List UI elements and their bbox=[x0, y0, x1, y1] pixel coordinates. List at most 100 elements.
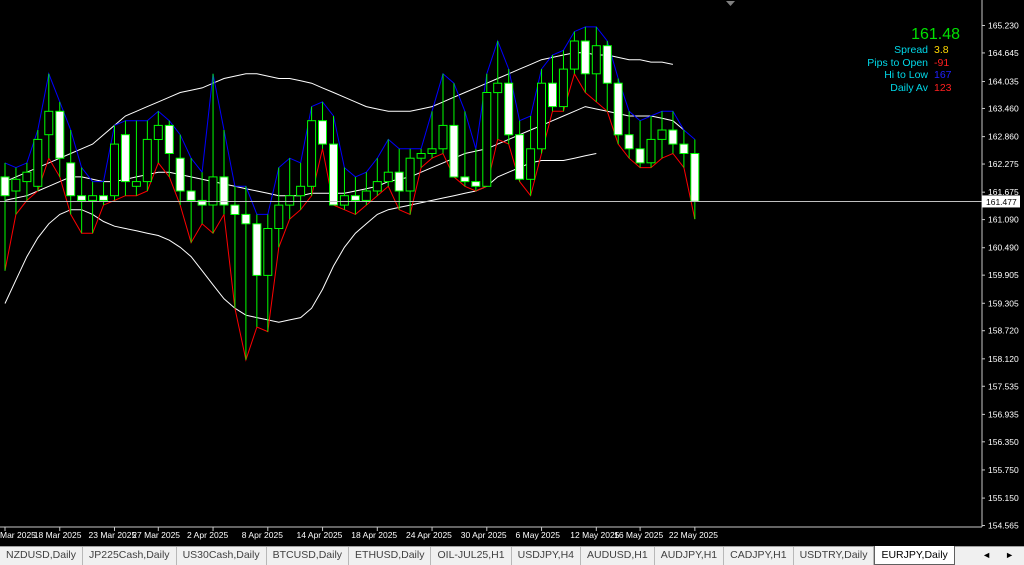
date-tick-label: 14 Apr 2025 bbox=[297, 530, 343, 540]
price-tick-label: 156.935 bbox=[988, 409, 1019, 419]
date-tick-label: 18 Mar 2025 bbox=[34, 530, 82, 540]
candle-body bbox=[383, 171, 393, 183]
candle-body bbox=[131, 181, 141, 187]
candle-body bbox=[175, 157, 185, 192]
candle-body bbox=[449, 124, 459, 178]
date-tick-label: 6 May 2025 bbox=[516, 530, 561, 540]
info-row-pips-to-open: Pips to Open -91 bbox=[867, 57, 960, 70]
candle-body bbox=[11, 178, 21, 192]
candle-body bbox=[372, 181, 382, 192]
candle-body bbox=[668, 129, 678, 145]
price-tick-label: 162.860 bbox=[988, 132, 1019, 142]
tab-ethusd-daily[interactable]: ETHUSD,Daily bbox=[349, 547, 432, 565]
candle-body bbox=[120, 134, 130, 183]
tab-scroll-controls: ◄ ► bbox=[972, 547, 1024, 565]
candle-body bbox=[537, 82, 546, 150]
scroll-right-icon[interactable]: ► bbox=[1005, 547, 1014, 565]
date-tick-label: 27 Mar 2025 bbox=[132, 530, 180, 540]
candle-body bbox=[361, 190, 371, 201]
date-tick-label: 8 Apr 2025 bbox=[242, 530, 283, 540]
info-row-spread: Spread 3.8 bbox=[867, 44, 960, 57]
candle-body bbox=[55, 110, 65, 159]
price-tick-label: 159.905 bbox=[988, 270, 1019, 280]
candle-body bbox=[624, 134, 634, 150]
candle-body bbox=[318, 120, 327, 145]
daily-av-value: 123 bbox=[934, 81, 952, 94]
candle-body bbox=[613, 82, 623, 136]
price-tick-label: 154.565 bbox=[988, 521, 1019, 531]
candle-body bbox=[186, 190, 196, 201]
tab-cadjpy-h1[interactable]: CADJPY,H1 bbox=[724, 547, 794, 565]
date-tick-label: 24 Apr 2025 bbox=[406, 530, 452, 540]
candle-body bbox=[339, 195, 349, 206]
candle-body bbox=[274, 204, 284, 230]
candle-body bbox=[493, 82, 503, 94]
price-tick-label: 165.230 bbox=[988, 21, 1019, 31]
pips-to-open-value: -91 bbox=[934, 56, 950, 69]
candle-body bbox=[569, 40, 579, 70]
candle-body bbox=[252, 223, 262, 276]
date-tick-label: 22 May 2025 bbox=[669, 530, 718, 540]
tab-usdtry-daily[interactable]: USDTRY,Daily bbox=[794, 547, 875, 565]
candle-body bbox=[263, 228, 273, 276]
candle-body bbox=[296, 185, 306, 197]
price-tick-label: 157.535 bbox=[988, 381, 1019, 391]
date-tick-label: 16 May 2025 bbox=[614, 530, 663, 540]
candle-body bbox=[88, 195, 98, 201]
candle-body bbox=[427, 148, 437, 155]
candle-body bbox=[164, 124, 174, 155]
tab-btcusd-daily[interactable]: BTCUSD,Daily bbox=[267, 547, 350, 565]
tab-oil-jul25-h1[interactable]: OIL-JUL25,H1 bbox=[431, 547, 512, 565]
candle-body bbox=[591, 45, 601, 75]
candle-body bbox=[110, 143, 119, 197]
candle-body bbox=[208, 176, 218, 206]
bid-price-label: 161.477 bbox=[986, 197, 1017, 207]
candle-body bbox=[482, 92, 492, 187]
tab-audjpy-h1[interactable]: AUDJPY,H1 bbox=[655, 547, 725, 565]
price-tick-label: 158.120 bbox=[988, 354, 1019, 364]
tab-audusd-h1[interactable]: AUDUSD,H1 bbox=[581, 547, 655, 565]
candle-body bbox=[580, 40, 590, 75]
date-tick-label: 2 Apr 2025 bbox=[187, 530, 228, 540]
chart-tab-bar: NZDUSD,Daily JP225Cash,Daily US30Cash,Da… bbox=[0, 546, 1024, 565]
candle-body bbox=[504, 82, 514, 136]
candle-body bbox=[690, 153, 700, 202]
spread-value: 3.8 bbox=[934, 44, 949, 56]
candle-body bbox=[153, 124, 163, 141]
candle bbox=[613, 78, 623, 145]
candle-body bbox=[548, 82, 557, 108]
candle-body bbox=[416, 153, 426, 159]
candle-body bbox=[33, 138, 43, 187]
candle-body bbox=[646, 138, 656, 164]
candle-body bbox=[438, 124, 448, 150]
price-tick-label: 155.750 bbox=[988, 465, 1019, 475]
price-tick-label: 158.720 bbox=[988, 326, 1019, 336]
candle bbox=[33, 130, 43, 191]
scroll-left-icon[interactable]: ◄ bbox=[982, 547, 991, 565]
tab-us30cash-daily[interactable]: US30Cash,Daily bbox=[177, 547, 267, 565]
price-tick-label: 161.090 bbox=[988, 215, 1019, 225]
candle-body bbox=[241, 213, 251, 225]
candle-body bbox=[285, 195, 295, 206]
info-row-daily-av: Daily Av 123 bbox=[867, 82, 960, 95]
info-panel: 161.48 Spread 3.8 Pips to Open -91 Hi to L… bbox=[867, 26, 960, 94]
candle-body bbox=[142, 138, 152, 183]
candle-body bbox=[99, 195, 108, 201]
candle-body bbox=[394, 171, 404, 192]
candle-body bbox=[679, 143, 689, 155]
price-tick-label: 156.350 bbox=[988, 437, 1019, 447]
candle-body bbox=[44, 110, 54, 136]
price-tick-label: 164.645 bbox=[988, 48, 1019, 58]
tab-nzdusd-daily[interactable]: NZDUSD,Daily bbox=[0, 547, 84, 565]
tab-jp225cash-daily[interactable]: JP225Cash,Daily bbox=[83, 547, 177, 565]
candle-body bbox=[66, 162, 76, 197]
date-tick-label: 30 Apr 2025 bbox=[461, 530, 507, 540]
candle-body bbox=[526, 148, 536, 180]
candle-body bbox=[77, 195, 87, 201]
tab-usdjpy-h4[interactable]: USDJPY,H4 bbox=[512, 547, 582, 565]
candle-body bbox=[635, 148, 645, 164]
tab-eurjpy-daily[interactable]: EURJPY,Daily bbox=[874, 546, 955, 565]
candle-body bbox=[602, 45, 612, 84]
price-tick-label: 155.150 bbox=[988, 493, 1019, 503]
candle-body bbox=[329, 143, 338, 206]
